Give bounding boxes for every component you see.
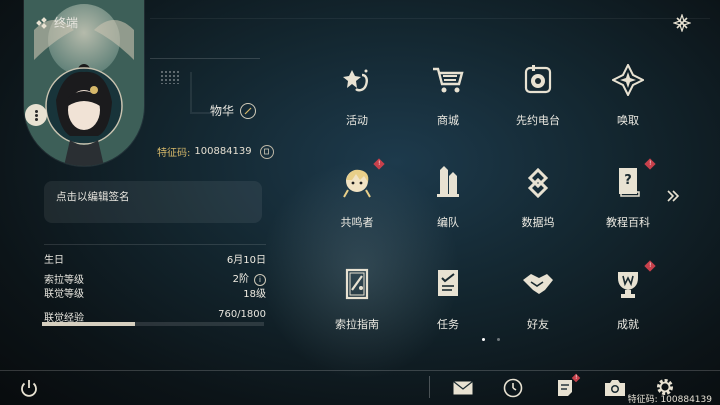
guidebook-icon	[339, 266, 375, 302]
page-dot[interactable]	[497, 338, 500, 341]
badge-mark: !	[574, 374, 578, 381]
menu-item-label: 教程百科	[606, 216, 650, 229]
menu-item-event[interactable]: 活动	[317, 58, 397, 138]
convene-icon	[610, 62, 646, 98]
menu-item-shop[interactable]: 商城	[408, 58, 488, 138]
team-icon	[430, 164, 466, 200]
menu-item-label: 先约电台	[516, 114, 560, 127]
id-value: 100884139	[194, 146, 252, 157]
stat-value: 18级	[243, 288, 266, 300]
menu-item-radio[interactable]: 先约电台	[498, 58, 578, 138]
profile-id-row: 特征码: 100884139	[157, 144, 274, 159]
decorative-divider	[150, 58, 260, 59]
tutorial-icon: ?	[610, 164, 646, 200]
power-button[interactable]	[18, 377, 40, 399]
menu-item-guidebook[interactable]: 索拉指南	[317, 262, 397, 342]
experience-bar-fill	[42, 322, 136, 326]
stat-label: 生日	[44, 254, 64, 266]
notice-icon	[558, 380, 572, 396]
menu-item-label: 唤取	[617, 114, 639, 127]
profile-name-row: 物华	[210, 102, 257, 119]
menu-item-label: 好友	[527, 318, 549, 331]
menu-item-label: 索拉指南	[335, 318, 379, 331]
mail-icon	[453, 381, 473, 395]
stats-divider	[44, 244, 266, 245]
header-line	[150, 18, 710, 19]
quest-icon	[430, 266, 466, 302]
stat-label: 联觉等级	[44, 288, 84, 300]
stat-sola-level: 索拉等级 2阶 i	[44, 271, 266, 286]
bottom-separator	[429, 376, 430, 398]
friends-icon	[520, 266, 556, 302]
copy-icon	[264, 148, 270, 155]
menu-item-label: 商城	[437, 114, 459, 127]
badge-mark: !	[377, 160, 381, 167]
bottom-divider	[0, 370, 720, 371]
experience-bar	[42, 322, 264, 326]
power-icon	[21, 380, 37, 397]
more-options-button[interactable]	[25, 104, 47, 126]
menu-item-tutorial[interactable]: ? 教程百科!	[588, 158, 668, 240]
menu-item-convene[interactable]: 唤取	[588, 58, 668, 138]
menu-item-label: 共鸣者	[340, 216, 374, 229]
badge-mark: !	[648, 160, 652, 167]
edit-name-button[interactable]	[240, 102, 257, 119]
notification-badge: !	[373, 158, 385, 170]
badge-mark: !	[648, 262, 652, 269]
next-page-button[interactable]	[666, 188, 680, 207]
stat-birthday: 生日 6月10日	[44, 251, 266, 266]
notification-badge: !	[644, 260, 656, 272]
shop-cart-icon	[430, 62, 466, 98]
menu-item-data-bank[interactable]: 数据坞	[498, 160, 578, 240]
pencil-icon	[244, 107, 252, 114]
camera-button[interactable]	[604, 377, 626, 399]
clock-button[interactable]	[502, 377, 524, 399]
menu-item-label: 数据坞	[521, 216, 555, 229]
resonator-icon	[339, 164, 375, 200]
menu-item-label: 成就	[617, 318, 639, 331]
title-text: 终端	[54, 16, 79, 30]
event-icon	[339, 62, 375, 98]
achievement-icon	[610, 266, 646, 302]
menu-item-label: 任务	[437, 318, 459, 331]
data-bank-icon	[520, 164, 556, 200]
menu-item-label: 编队	[437, 216, 459, 229]
close-button[interactable]	[672, 13, 692, 33]
clock-icon	[503, 378, 523, 398]
radio-icon	[520, 62, 556, 98]
page-dot-active[interactable]	[482, 338, 485, 341]
menu-item-team[interactable]: 编队	[408, 160, 488, 240]
footer-id-text: 特征码: 100884139	[627, 395, 712, 405]
double-chevron-right-icon	[667, 190, 680, 202]
stat-value: 2阶	[232, 274, 249, 285]
menu-item-friends[interactable]: 好友	[498, 262, 578, 342]
signature-field[interactable]: 点击以编辑签名	[44, 181, 262, 223]
window-title: 终端	[36, 14, 78, 31]
id-label: 特征码:	[157, 148, 191, 159]
notice-button[interactable]: !	[554, 373, 581, 399]
page-indicator	[482, 338, 500, 341]
menu-item-quests[interactable]: 任务	[408, 262, 488, 342]
terminal-diamond-icon	[36, 16, 47, 29]
mail-button[interactable]	[452, 377, 474, 399]
more-icon	[34, 109, 39, 122]
profile-name: 物华	[210, 104, 235, 118]
copy-id-button[interactable]	[259, 144, 274, 159]
stat-label: 索拉等级	[44, 274, 84, 286]
notification-badge: !	[644, 158, 656, 170]
menu-item-resonators[interactable]: 共鸣者!	[317, 158, 397, 240]
stat-value: 6月10日	[226, 254, 266, 266]
stats-panel: 生日 6月10日 索拉等级 2阶 i 联觉等级 18级	[44, 244, 266, 300]
camera-icon	[605, 380, 625, 396]
menu-item-label: 活动	[346, 114, 368, 127]
menu-item-achievements[interactable]: 成就!	[588, 260, 668, 342]
close-icon	[673, 14, 691, 32]
svg-text:?: ?	[624, 173, 632, 188]
decorative-dots	[160, 70, 180, 84]
stat-union-level: 联觉等级 18级	[44, 285, 266, 300]
